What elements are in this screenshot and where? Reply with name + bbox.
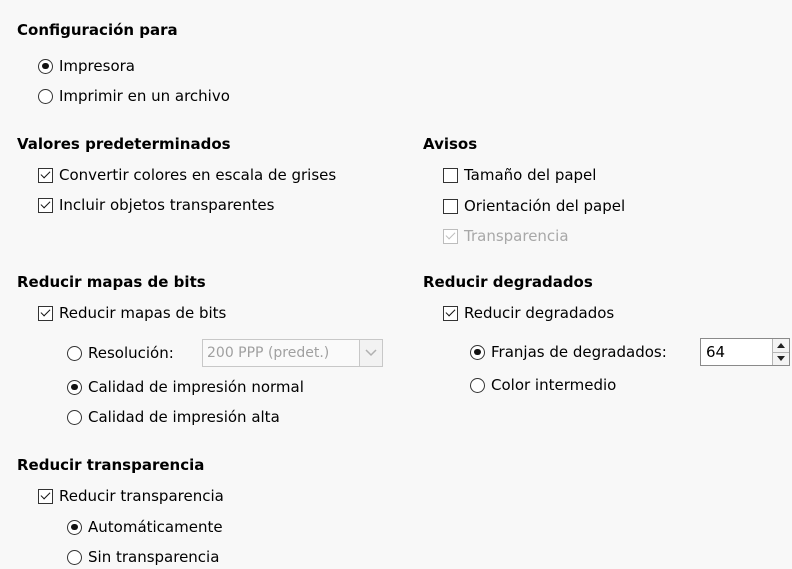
printer-label: Impresora bbox=[59, 57, 135, 75]
checkbox-checked-icon[interactable] bbox=[38, 488, 53, 504]
file-label: Imprimir en un archivo bbox=[59, 87, 230, 105]
checkbox-icon[interactable] bbox=[443, 167, 458, 183]
transparency-header: Reducir transparencia bbox=[17, 456, 205, 474]
paper-orientation-checkbox[interactable]: Orientación del papel bbox=[443, 196, 625, 216]
high-quality-label: Calidad de impresión alta bbox=[88, 408, 280, 426]
auto-transparency-radio[interactable]: Automáticamente bbox=[67, 517, 223, 537]
no-transparency-label: Sin transparencia bbox=[88, 548, 220, 566]
radio-icon[interactable] bbox=[67, 549, 82, 565]
gradient-stripes-label: Franjas de degradados: bbox=[491, 343, 667, 361]
radio-icon[interactable] bbox=[67, 345, 82, 361]
radio-icon[interactable] bbox=[38, 88, 53, 104]
config-header: Configuración para bbox=[17, 21, 178, 39]
normal-quality-radio[interactable]: Calidad de impresión normal bbox=[67, 377, 304, 397]
radio-selected-icon[interactable] bbox=[38, 58, 53, 74]
paper-orientation-label: Orientación del papel bbox=[464, 197, 626, 215]
bitmaps-header: Reducir mapas de bits bbox=[17, 273, 206, 291]
radio-icon[interactable] bbox=[470, 377, 485, 393]
radio-selected-icon[interactable] bbox=[67, 519, 82, 535]
gradients-header: Reducir degradados bbox=[423, 273, 593, 291]
reduce-transparency-checkbox[interactable]: Reducir transparencia bbox=[38, 486, 224, 506]
high-quality-radio[interactable]: Calidad de impresión alta bbox=[67, 407, 280, 427]
auto-transparency-label: Automáticamente bbox=[88, 518, 223, 536]
intermediate-color-label: Color intermedio bbox=[491, 376, 617, 394]
transparent-objects-label: Incluir objetos transparentes bbox=[59, 196, 275, 214]
radio-selected-icon[interactable] bbox=[67, 379, 82, 395]
paper-size-checkbox[interactable]: Tamaño del papel bbox=[443, 165, 596, 185]
checkbox-checked-icon[interactable] bbox=[38, 197, 53, 213]
reduce-transparency-label: Reducir transparencia bbox=[59, 487, 224, 505]
radio-icon[interactable] bbox=[67, 409, 82, 425]
resolution-label: Resolución: bbox=[88, 344, 174, 362]
checkbox-icon[interactable] bbox=[443, 198, 458, 214]
reduce-bitmaps-label: Reducir mapas de bits bbox=[59, 304, 227, 322]
warnings-header: Avisos bbox=[423, 135, 478, 153]
checkbox-checked-icon[interactable] bbox=[38, 305, 53, 321]
checkbox-checked-disabled-icon bbox=[443, 228, 458, 244]
printer-radio[interactable]: Impresora bbox=[38, 56, 135, 76]
intermediate-color-radio[interactable]: Color intermedio bbox=[470, 375, 616, 395]
resolution-select: 200 PPP (predet.) bbox=[202, 339, 383, 367]
checkbox-checked-icon[interactable] bbox=[38, 167, 53, 183]
reduce-gradients-label: Reducir degradados bbox=[464, 304, 615, 322]
transparency-warning-label: Transparencia bbox=[464, 227, 569, 245]
defaults-header: Valores predeterminados bbox=[17, 135, 231, 153]
resolution-radio[interactable]: Resolución: bbox=[67, 343, 174, 363]
no-transparency-radio[interactable]: Sin transparencia bbox=[67, 547, 219, 567]
checkbox-checked-icon[interactable] bbox=[443, 305, 458, 321]
chevron-down-icon bbox=[359, 340, 382, 366]
resolution-value: 200 PPP (predet.) bbox=[207, 345, 330, 361]
gradient-stripes-radio[interactable]: Franjas de degradados: bbox=[470, 342, 667, 362]
gradient-stripes-value[interactable]: 64 bbox=[701, 339, 772, 365]
normal-quality-label: Calidad de impresión normal bbox=[88, 378, 304, 396]
grayscale-checkbox[interactable]: Convertir colores en escala de grises bbox=[38, 165, 336, 185]
spin-down-icon[interactable] bbox=[773, 351, 789, 365]
transparency-warning-checkbox: Transparencia bbox=[443, 226, 569, 246]
reduce-bitmaps-checkbox[interactable]: Reducir mapas de bits bbox=[38, 303, 226, 323]
file-radio[interactable]: Imprimir en un archivo bbox=[38, 86, 230, 106]
gradient-stripes-spinbox[interactable]: 64 bbox=[700, 338, 790, 366]
grayscale-label: Convertir colores en escala de grises bbox=[59, 166, 337, 184]
reduce-gradients-checkbox[interactable]: Reducir degradados bbox=[443, 303, 614, 323]
radio-selected-icon[interactable] bbox=[470, 344, 485, 360]
transparent-objects-checkbox[interactable]: Incluir objetos transparentes bbox=[38, 195, 274, 215]
paper-size-label: Tamaño del papel bbox=[464, 166, 597, 184]
spin-up-icon[interactable] bbox=[773, 339, 789, 352]
